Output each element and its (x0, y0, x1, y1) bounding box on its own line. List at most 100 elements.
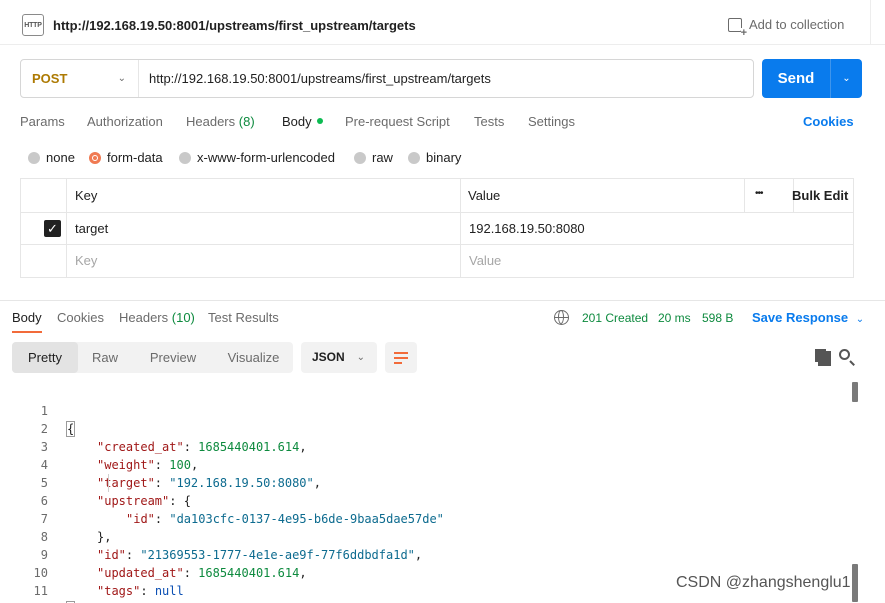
response-tab-headers[interactable]: Headers (10) (119, 310, 195, 325)
more-options-icon[interactable]: ••• (755, 188, 763, 199)
json-value: null (154, 584, 184, 598)
code-line: 8 "id": "21369553-1777-4e1e-ae9f-77f6ddb… (0, 510, 860, 562)
send-button[interactable]: Send ⌄ (762, 59, 862, 98)
body-mode-binary[interactable]: binary (408, 150, 461, 165)
send-label: Send (777, 70, 815, 87)
tab-headers-label: Headers (186, 114, 236, 129)
body-mode-none-label: none (46, 150, 75, 165)
tab-headers-count: (8) (238, 114, 255, 129)
radio-none[interactable] (28, 151, 40, 164)
add-collection-icon (728, 17, 747, 38)
cookies-link[interactable]: Cookies (803, 114, 854, 129)
http-request-icon: HTTP (22, 14, 44, 36)
row-key-input[interactable]: target (75, 221, 108, 236)
tab-settings[interactable]: Settings (528, 114, 575, 129)
column-divider (460, 179, 461, 277)
tab-body[interactable]: Body (282, 114, 323, 129)
tab-params[interactable]: Params (20, 114, 65, 129)
view-preview[interactable]: Preview (132, 342, 214, 373)
format-label: JSON (312, 350, 345, 364)
bulk-edit-button[interactable]: Bulk Edit (792, 188, 848, 203)
body-mode-form-data-label: form-data (107, 150, 163, 165)
response-tab-body[interactable]: Body (12, 310, 42, 325)
body-mode-urlencoded[interactable]: x-www-form-urlencoded (179, 150, 335, 165)
search-icon[interactable] (839, 349, 850, 360)
copy-icon[interactable] (815, 349, 831, 366)
view-raw[interactable]: Raw (78, 342, 132, 373)
radio-form-data[interactable] (89, 151, 101, 164)
tab-authorization[interactable]: Authorization (87, 114, 163, 129)
body-modified-dot (316, 118, 323, 124)
header-divider (0, 44, 885, 45)
column-header-value: Value (468, 188, 501, 203)
chevron-down-icon: ⌄ (356, 352, 365, 363)
radio-raw[interactable] (354, 151, 366, 164)
code-line: 1 { (0, 384, 860, 437)
column-divider (66, 179, 67, 277)
body-mode-urlencoded-label: x-www-form-urlencoded (197, 150, 335, 165)
table-row (21, 213, 853, 245)
send-options-chevron-icon[interactable]: ⌄ (831, 73, 862, 84)
request-title[interactable]: http://192.168.19.50:8001/upstreams/firs… (53, 18, 416, 33)
tab-prerequest-script[interactable]: Pre-request Script (345, 114, 450, 129)
code-line: 9 "updated_at": 1685440401.614, (0, 528, 860, 580)
json-key: "tags" (97, 584, 141, 598)
tab-headers[interactable]: Headers (8) (186, 114, 255, 129)
add-to-collection-label: Add to collection (749, 17, 845, 32)
response-headers-count: (10) (171, 310, 195, 325)
wrap-icon-line (394, 352, 408, 354)
body-mode-none[interactable]: none (28, 150, 75, 165)
code-line: 5 "upstream": { (0, 456, 860, 508)
line-number: 11 (33, 584, 48, 598)
view-pretty[interactable]: Pretty (12, 342, 78, 373)
column-header-key: Key (75, 188, 98, 203)
save-response-label: Save Response (752, 310, 849, 325)
body-mode-binary-label: binary (426, 150, 462, 165)
response-size[interactable]: 598 B (702, 311, 733, 325)
response-divider (0, 300, 885, 301)
wrap-icon-line (394, 362, 402, 364)
format-select[interactable]: JSON ⌄ (301, 342, 377, 373)
tab-body-label: Body (282, 114, 312, 129)
radio-binary[interactable] (408, 151, 420, 164)
window-edge (870, 0, 871, 44)
method-select[interactable]: POST ⌄ (21, 60, 139, 97)
url-bar: POST ⌄ http://192.168.19.50:8001/upstrea… (20, 59, 754, 98)
column-divider (744, 179, 745, 213)
view-visualize[interactable]: Visualize (214, 342, 293, 373)
row-checkbox[interactable]: ✓ (44, 220, 61, 237)
method-label: POST (32, 71, 68, 86)
row-value-input[interactable]: 192.168.19.50:8080 (469, 221, 585, 236)
body-mode-raw[interactable]: raw (354, 150, 393, 165)
new-value-input[interactable]: Value (469, 253, 501, 268)
scrollbar-thumb[interactable] (852, 564, 858, 602)
code-line: 6 "id": "da103cfc-0137-4e95-b6de-9baa5da… (0, 474, 860, 526)
code-line: 10 "tags": null (0, 546, 860, 598)
indent-guide (108, 474, 109, 492)
response-tab-test-results[interactable]: Test Results (208, 310, 279, 325)
body-mode-form-data[interactable]: form-data (89, 150, 163, 165)
view-mode-group: Pretty Raw Preview Visualize (12, 342, 293, 373)
table-header-row (21, 179, 853, 213)
new-key-input[interactable]: Key (75, 253, 97, 268)
status-code[interactable]: 201 Created (582, 311, 648, 325)
response-tab-cookies[interactable]: Cookies (57, 310, 104, 325)
chevron-down-icon: ⌄ (855, 314, 865, 325)
code-line: 4 "target": "192.168.19.50:8080", (0, 438, 860, 490)
add-to-collection-button[interactable]: Add to collection (728, 17, 845, 38)
response-time[interactable]: 20 ms (658, 311, 691, 325)
tab-tests[interactable]: Tests (474, 114, 504, 129)
response-tab-headers-label: Headers (119, 310, 169, 325)
save-response-button[interactable]: Save Response ⌄ (752, 310, 864, 325)
chevron-down-icon: ⌄ (117, 73, 126, 84)
code-line: 2 "created_at": 1685440401.614, (0, 402, 860, 454)
url-input[interactable]: http://192.168.19.50:8001/upstreams/firs… (139, 71, 491, 86)
wrap-lines-button[interactable] (385, 342, 417, 373)
code-line: 7 }, (0, 492, 860, 544)
wrap-icon-line (394, 357, 408, 359)
active-tab-indicator (12, 331, 42, 333)
radio-urlencoded[interactable] (179, 151, 191, 164)
globe-icon[interactable] (554, 310, 569, 325)
scrollbar-thumb[interactable] (852, 382, 858, 402)
code-line: 3 "weight": 100, (0, 420, 860, 472)
